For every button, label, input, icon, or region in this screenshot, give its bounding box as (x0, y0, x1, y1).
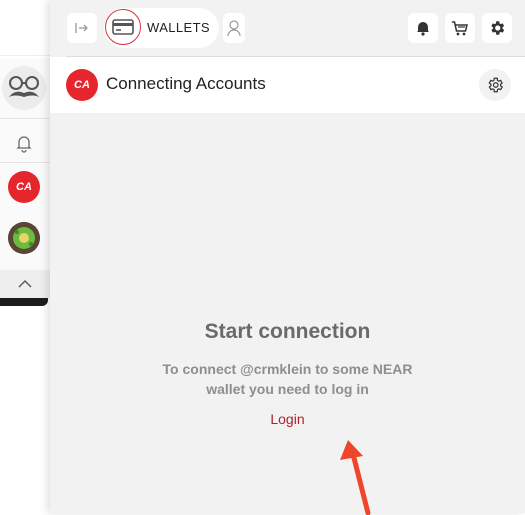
page-title: Connecting Accounts (106, 74, 266, 93)
start-connection-section: Start connection To connect @crmklein to… (50, 320, 525, 429)
sidebar-dark-tab (0, 298, 48, 306)
login-required-message: To connect @crmklein to some NEAR wallet… (162, 361, 413, 397)
cart-icon (452, 21, 468, 36)
sidebar: CA (0, 58, 51, 298)
settings-button[interactable] (482, 13, 512, 43)
left-strip: CA (0, 0, 51, 513)
sidebar-item-connecting-accounts[interactable]: CA (8, 171, 40, 203)
top-divider (0, 55, 50, 56)
collapse-icon (75, 23, 88, 33)
start-connection-title: Start connection (204, 320, 371, 343)
wallets-label: WALLETS (147, 20, 211, 35)
page-header: CA Connecting Accounts (50, 57, 525, 113)
sidebar-collapse-button[interactable] (0, 270, 50, 298)
bell-icon[interactable] (14, 133, 34, 153)
cart-button[interactable] (445, 13, 475, 43)
wallets-tab[interactable]: WALLETS (104, 8, 219, 48)
profile-button[interactable] (223, 13, 245, 43)
ca-logo-text: CA (16, 181, 32, 193)
collapse-button[interactable] (67, 13, 97, 43)
ca-logo-text: CA (74, 79, 90, 91)
login-link[interactable]: Login (270, 411, 304, 427)
sidebar-divider (0, 162, 50, 163)
arrow-pointer (340, 440, 371, 515)
mustache-avatar-icon[interactable] (2, 66, 46, 110)
app-icon (8, 222, 40, 254)
notifications-button[interactable] (408, 13, 438, 43)
gear-icon (491, 21, 505, 35)
wallets-panel: WALLETS CA Connecting Accounts Start con… (50, 0, 525, 515)
chevron-up-icon (18, 280, 32, 288)
app-settings-button[interactable] (479, 69, 511, 101)
gear-outline-icon (488, 77, 503, 93)
wallet-card-icon (105, 9, 141, 45)
bell-icon (417, 22, 429, 36)
connecting-accounts-logo: CA (66, 69, 98, 101)
sidebar-item-app[interactable] (8, 222, 40, 254)
toolbar: WALLETS (50, 0, 525, 56)
sidebar-divider (0, 118, 50, 119)
user-icon (227, 20, 241, 37)
